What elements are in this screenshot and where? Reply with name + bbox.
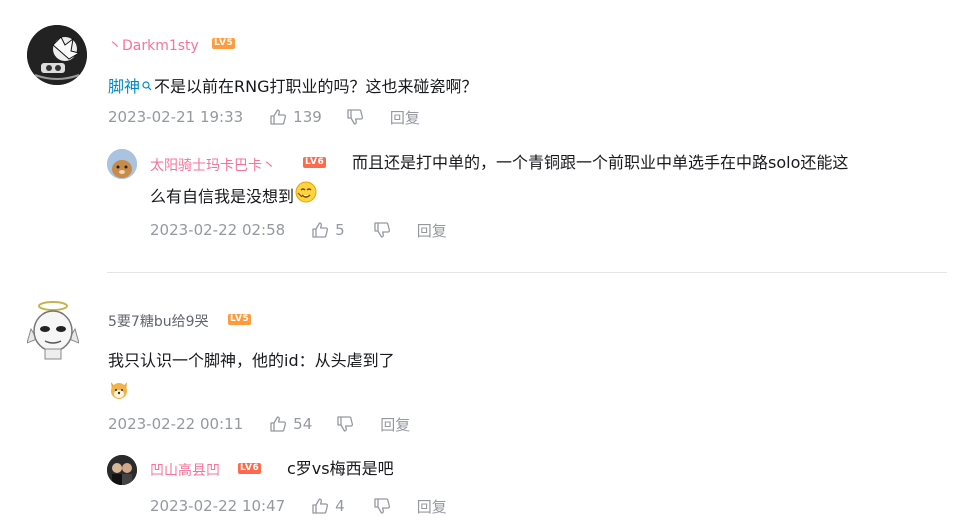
like-icon[interactable] [269, 415, 287, 433]
comment-body: 我只认识一个脚神，他的id：从头虐到了 [108, 351, 395, 370]
level-badge: LV5 [228, 314, 252, 325]
username-prefix: 丶 [108, 38, 122, 54]
reply-button[interactable]: 回复 [380, 414, 410, 435]
reply-time: 2023-02-22 02:58 [150, 221, 286, 239]
reply-time: 2023-02-22 10:47 [150, 497, 286, 515]
emoji-icon [295, 181, 317, 214]
comment-time: 2023-02-22 00:11 [108, 415, 244, 433]
reply-button[interactable]: 回复 [417, 220, 447, 241]
reply-username[interactable]: 凹山高县凹 [150, 460, 220, 480]
username-text: Darkm1sty [122, 38, 199, 54]
level-badge: LV5 [212, 38, 236, 49]
like-count: 5 [335, 221, 345, 239]
comment-text: 我只认识一个脚神，他的id：从头虐到了 [108, 344, 395, 377]
reply-text-cont: 么有自信我是没想到 [150, 180, 317, 214]
username[interactable]: 丶Darkm1sty [108, 35, 199, 55]
dislike-icon[interactable] [336, 415, 354, 433]
reply-text-body: c罗vs梅西是吧 [287, 459, 394, 478]
reply-text: c罗vs梅西是吧 [287, 452, 394, 485]
reply-username[interactable]: 太阳骑士玛卡巴卡丶 [150, 155, 276, 175]
level-badge: LV6 [238, 463, 262, 474]
mention-link[interactable]: 脚神 [108, 77, 140, 96]
dislike-icon[interactable] [346, 108, 364, 126]
level-badge: LV6 [303, 157, 327, 168]
username[interactable]: 5要7糖bu给9哭 [108, 311, 208, 331]
reply-button[interactable]: 回复 [417, 496, 447, 517]
comment-time: 2023-02-21 19:33 [108, 108, 244, 126]
comment-body: 不是以前在RNG打职业的吗？这也来碰瓷啊？ [154, 77, 478, 96]
comment-text: 脚神 不是以前在RNG打职业的吗？这也来碰瓷啊？ [108, 70, 478, 103]
dislike-icon[interactable] [373, 221, 391, 239]
reply-text-line1: 而且还是打中单的，一个青铜跟一个前职业中单选手在中路solo还能这 [352, 153, 849, 172]
like-icon[interactable] [311, 221, 329, 239]
like-icon[interactable] [311, 497, 329, 515]
search-icon[interactable] [142, 70, 152, 103]
dog-emoji-icon [108, 378, 130, 404]
comment-divider [107, 272, 947, 273]
reply-text-line2: 么有自信我是没想到 [150, 187, 295, 206]
reply-avatar[interactable] [107, 455, 137, 485]
reply-meta: 2023-02-22 02:58 5 回复 [150, 219, 447, 241]
reply-button[interactable]: 回复 [390, 107, 420, 128]
reply-avatar[interactable] [107, 149, 137, 179]
like-icon[interactable] [269, 108, 287, 126]
reply-meta: 2023-02-22 10:47 4 回复 [150, 495, 447, 517]
like-count: 54 [293, 415, 313, 433]
avatar[interactable] [27, 299, 79, 361]
reply-text: 而且还是打中单的，一个青铜跟一个前职业中单选手在中路solo还能这 [352, 146, 848, 179]
comment-meta: 2023-02-22 00:11 54 回复 [108, 413, 410, 435]
like-count: 139 [293, 108, 322, 126]
avatar[interactable] [27, 25, 87, 85]
comment-meta: 2023-02-21 19:33 139 回复 [108, 106, 420, 128]
dislike-icon[interactable] [373, 497, 391, 515]
like-count: 4 [335, 497, 345, 515]
